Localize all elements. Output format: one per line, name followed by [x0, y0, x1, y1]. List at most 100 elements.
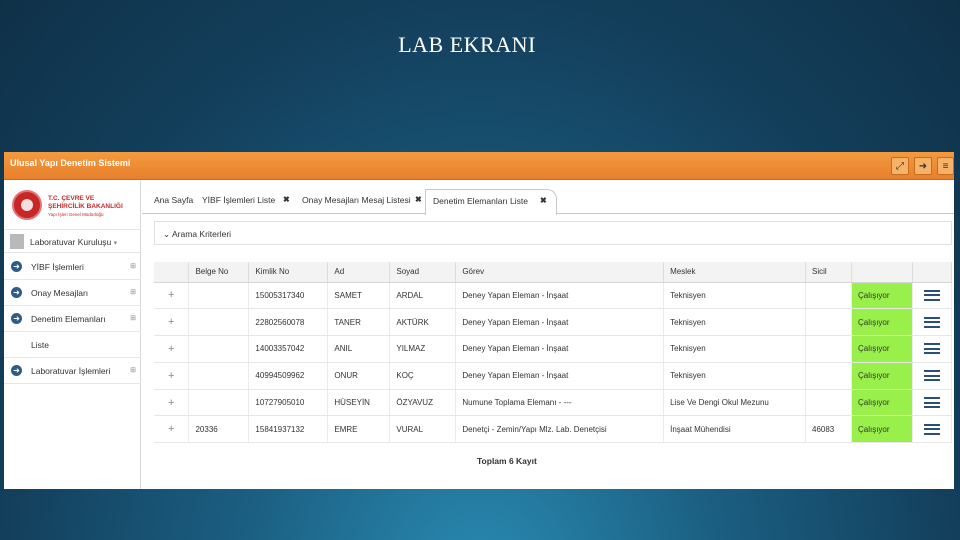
menu-icon: ≡: [942, 160, 949, 172]
expand-icon: ⊞: [130, 367, 136, 374]
tab-yibf-liste[interactable]: YİBF İşlemleri Liste: [202, 195, 275, 205]
arrow-right-icon: ➜: [11, 313, 22, 324]
list-menu-icon: [923, 289, 940, 301]
column-header: [154, 262, 190, 283]
app-header: Ulusal Yapı Denetim Sistemi ⤢ ➜ ≡: [4, 152, 954, 180]
row-actions-button[interactable]: [912, 389, 953, 417]
cell-soyad: ÖZYAVUZ: [389, 389, 457, 417]
avatar: [10, 234, 24, 249]
personnel-table: Belge No Kimlik No Ad Soyad Görev Meslek…: [154, 262, 953, 444]
expand-row-icon[interactable]: +: [154, 335, 190, 363]
arrow-right-icon: ➜: [11, 287, 22, 298]
cell-ad: ANIL: [327, 335, 391, 363]
fullscreen-button[interactable]: ⤢: [891, 157, 909, 175]
column-header-gorev[interactable]: Görev: [455, 262, 665, 283]
tab-label: Denetim Elemanları Liste: [433, 196, 528, 206]
column-header-belge-no[interactable]: Belge No: [188, 262, 250, 283]
logo-line3: Yapı İşleri Genel Müdürlüğü: [48, 212, 104, 217]
cell-meslek: Teknisyen: [663, 362, 806, 390]
caret-down-icon: ▾: [113, 240, 118, 247]
cell-belge-no: [188, 362, 250, 390]
tab-denetim-elemanlari[interactable]: Denetim Elemanları Liste ✖: [425, 189, 557, 215]
column-header-meslek[interactable]: Meslek: [663, 262, 806, 283]
sidebar-item-denetim-elemanlari[interactable]: ➜ Denetim Elemanları ⊞: [4, 306, 141, 332]
column-header-ad[interactable]: Ad: [327, 262, 391, 283]
sidebar-item-laboratuvar[interactable]: ➜ Laboratuvar İşlemleri ⊞: [4, 358, 141, 384]
cell-gorev: Deney Yapan Eleman - İnşaat: [455, 362, 665, 390]
cell-soyad: AKTÜRK: [389, 308, 457, 337]
cell-meslek: Lise Ve Dengi Okul Mezunu: [663, 389, 806, 417]
user-name: Laboratuvar Kuruluşu ▾: [30, 237, 118, 247]
slide-title: LAB EKRANI: [398, 32, 536, 57]
sidebar-subitem-liste[interactable]: Liste: [4, 332, 141, 358]
fullscreen-icon: ⤢: [896, 160, 904, 172]
cell-kimlik-no: 22802560078: [248, 308, 329, 337]
personnel-table-wrap: Belge No Kimlik No Ad Soyad Görev Meslek…: [154, 262, 954, 444]
expand-icon: ⊞: [130, 289, 136, 296]
sidebar-item-onay-mesajlari[interactable]: ➜ Onay Mesajları ⊞: [4, 280, 141, 306]
table-row[interactable]: +22802560078 TANER AKTÜRK Deney Yapan Elema…: [154, 308, 953, 337]
ministry-seal-icon: [12, 190, 42, 220]
cell-gorev: Deney Yapan Eleman - İnşaat: [455, 335, 665, 363]
cell-belge-no: 20336: [188, 415, 250, 444]
logout-button[interactable]: ➜: [914, 157, 932, 175]
tab-ana-sayfa[interactable]: Ana Sayfa: [154, 195, 193, 205]
menu-button[interactable]: ≡: [937, 157, 954, 175]
status-badge: Çalışıyor: [851, 308, 913, 337]
status-badge: Çalışıyor: [851, 362, 913, 390]
cell-ad: TANER: [327, 308, 391, 337]
table-row[interactable]: +10727905010 HÜSEYİN ÖZYAVUZ Numune Toplama…: [154, 389, 953, 417]
cell-soyad: ARDAL: [389, 282, 457, 310]
expand-icon: ⊞: [130, 315, 136, 322]
expand-row-icon[interactable]: +: [154, 389, 190, 417]
tab-close-icon[interactable]: ✖: [415, 195, 422, 204]
column-header-kimlik-no[interactable]: Kimlik No: [248, 262, 329, 283]
table-row[interactable]: +14003357042 ANIL YILMAZ Deney Yapan Eleman…: [154, 335, 953, 363]
sidebar-item-yibf[interactable]: ➜ YİBF İşlemleri ⊞: [4, 254, 141, 280]
expand-row-icon[interactable]: +: [154, 362, 190, 390]
logo-line2: ŞEHİRCİLİK BAKANLIĞI: [48, 203, 123, 210]
row-actions-button[interactable]: [912, 335, 953, 363]
row-actions-button[interactable]: [912, 308, 953, 337]
sidebar-item-label: Denetim Elemanları: [31, 314, 106, 324]
logo-line1: T.C. ÇEVRE VE: [48, 195, 95, 202]
cell-meslek: Teknisyen: [663, 335, 806, 363]
sidebar-subitem-label: Liste: [31, 340, 49, 350]
cell-soyad: YILMAZ: [389, 335, 457, 363]
cell-meslek: İnşaat Mühendisi: [663, 415, 806, 444]
table-header-row: Belge No Kimlik No Ad Soyad Görev Meslek…: [154, 262, 953, 283]
table-row[interactable]: +20336 15841937132 EMRE VURAL Denetçi - Zemi…: [154, 415, 953, 444]
user-menu[interactable]: Laboratuvar Kuruluşu ▾: [4, 229, 141, 253]
row-actions-button[interactable]: [912, 362, 953, 390]
table-row[interactable]: +40994509962 ONUR KOÇ Deney Yapan Eleman - …: [154, 362, 953, 390]
table-row[interactable]: +15005317340 SAMET ARDAL Deney Yapan Eleman…: [154, 282, 953, 310]
status-badge: Çalışıyor: [851, 415, 913, 444]
column-header-sicil[interactable]: Sicil: [805, 262, 852, 283]
cell-sicil: [805, 362, 852, 390]
tab-onay-mesajlari[interactable]: Onay Mesajları Mesaj Listesi: [302, 195, 411, 205]
cell-kimlik-no: 15841937132: [248, 415, 329, 444]
tab-close-icon[interactable]: ✖: [283, 195, 290, 204]
tab-close-icon[interactable]: ✖: [540, 196, 547, 205]
cell-kimlik-no: 14003357042: [248, 335, 329, 363]
column-header-soyad[interactable]: Soyad: [389, 262, 457, 283]
cell-sicil: [805, 335, 852, 363]
sidebar-item-label: YİBF İşlemleri: [31, 262, 84, 272]
cell-ad: EMRE: [327, 415, 391, 444]
cell-sicil: [805, 282, 852, 310]
total-records: Toplam 6 Kayıt: [477, 456, 537, 466]
cell-belge-no: [188, 308, 250, 337]
row-actions-button[interactable]: [912, 282, 953, 310]
row-actions-button[interactable]: [912, 415, 953, 444]
search-criteria-label: ⌄ Arama Kriterleri: [163, 229, 232, 239]
expand-row-icon[interactable]: +: [154, 308, 190, 337]
cell-ad: HÜSEYİN: [327, 389, 391, 417]
expand-row-icon[interactable]: +: [154, 282, 190, 310]
tab-bar: Ana Sayfa YİBF İşlemleri Liste ✖ Onay Me…: [142, 189, 954, 215]
expand-icon: ⊞: [130, 263, 136, 270]
search-criteria-panel[interactable]: ⌄ Arama Kriterleri: [154, 221, 952, 245]
cell-belge-no: [188, 335, 250, 363]
cell-meslek: Teknisyen: [663, 308, 806, 337]
arrow-right-icon: ➜: [11, 365, 22, 376]
expand-row-icon[interactable]: +: [154, 415, 190, 444]
